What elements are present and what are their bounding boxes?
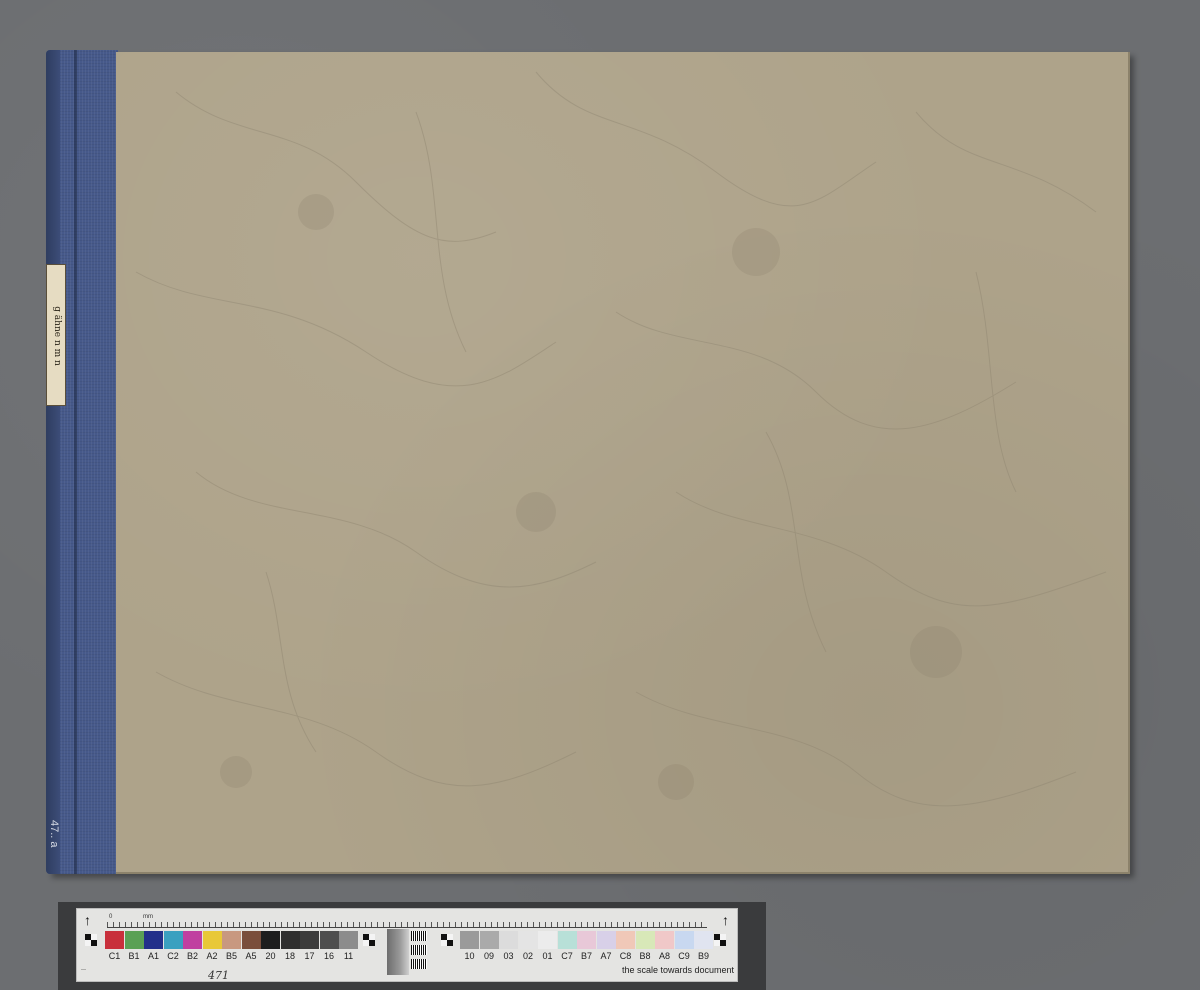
color-patch-label: B9 [697,951,709,961]
barcode-mark [411,931,427,941]
color-patch [577,931,596,949]
color-patch-label: 09 [483,951,494,961]
color-patch [339,931,358,949]
color-patch-label: C8 [619,951,632,961]
barcode-mark [411,945,427,955]
ruler-start-label: 0 [109,914,113,920]
handwritten-number: 471 [208,969,229,982]
color-patch-label: 03 [503,951,514,961]
color-patch-label: C9 [678,951,690,961]
gray-strip [387,929,409,975]
color-patch-label: A1 [147,951,159,961]
color-patch-label: A5 [245,951,257,961]
color-patch-label: C2 [167,951,179,961]
color-patch-label: A7 [600,951,612,961]
color-patch-label: A8 [658,951,670,961]
color-patch [499,931,518,949]
cover-marbling [135,71,1107,807]
color-patch [538,931,557,949]
checker-marker [714,934,726,946]
up-arrow-icon: ↑ [722,912,729,928]
color-patch [518,931,538,949]
book-cover [116,52,1130,874]
color-patch-label: 20 [265,951,276,961]
color-patch [479,931,499,949]
spine-label: g ähne n m n [46,264,66,406]
color-patch-label: B1 [128,951,140,961]
spine-edge [46,50,60,874]
color-patch-label: 18 [284,951,295,961]
color-patch-label: A2 [206,951,218,961]
color-patch [261,931,280,949]
checker-marker [363,934,375,946]
color-patch [674,931,694,949]
color-patch-label: B2 [186,951,198,961]
color-calibration-target: ↑ ↑ mm 0 C1 B1 A1 C2 B2 A2 B5 A5 20 18 17 16 11 10 09… [76,908,738,982]
color-patch [222,931,241,949]
color-patch [557,931,577,949]
spine-label-text: g ähne n m n [52,306,62,366]
color-patch [183,931,202,949]
spine-shelf-mark: 47.. a [44,820,64,870]
color-patch [319,931,339,949]
color-patch [144,931,163,949]
up-arrow-icon: ↑ [84,912,91,928]
color-patch-label: B5 [225,951,237,961]
color-patch [202,931,222,949]
color-patch [596,931,616,949]
gray-barcode-panel [387,929,433,979]
color-patch [124,931,144,949]
scale-note: the scale towards document [622,965,735,975]
color-patch [635,931,655,949]
color-patch-label: 17 [304,951,315,961]
color-patch [694,931,713,949]
color-patch-label: 10 [464,951,475,961]
color-patch-label: C1 [108,951,121,961]
color-patch-label: B8 [639,951,651,961]
color-patch-label: B7 [580,951,592,961]
color-patch [241,931,261,949]
color-patch [105,931,124,949]
spine-shelf-mark-text: 47.. a [48,820,60,848]
fine-print: — [81,967,86,973]
color-patch-label: 16 [323,951,334,961]
color-patch-label: 01 [542,951,553,961]
color-patch [163,931,183,949]
color-patch-label: 11 [343,951,354,961]
measurement-ruler: mm 0 [107,914,707,928]
color-patch [460,931,479,949]
checker-marker [441,934,453,946]
barcode-mark [411,959,427,969]
checker-marker [85,934,97,946]
color-patch [280,931,300,949]
color-patch-label: 02 [522,951,533,961]
color-patch [655,931,674,949]
color-patch-label: C7 [561,951,573,961]
color-patch [616,931,635,949]
ruler-unit-label: mm [143,914,153,920]
spine-fold [74,50,77,874]
color-patch [300,931,319,949]
